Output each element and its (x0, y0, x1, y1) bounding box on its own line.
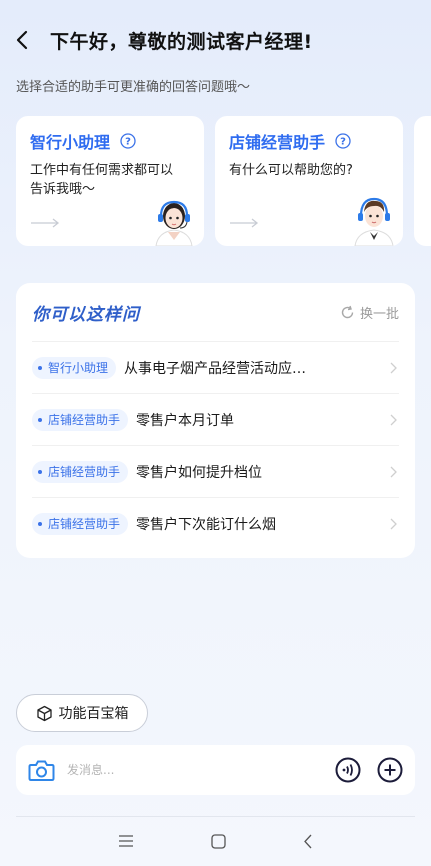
subtitle: 选择合适的助手可更准确的回答问题哦～ (16, 80, 251, 95)
arrow-right-icon (230, 218, 259, 228)
cube-icon (36, 705, 52, 721)
refresh-button[interactable]: 换一批 (340, 303, 399, 322)
tag-label: 智行小助理 (48, 360, 109, 375)
assistant-cards: 智行小助理 ? 工作中有任何需求都可以告诉我哦～ 店铺经营助手 ? 有什么可以帮… (16, 116, 431, 246)
menu-icon (119, 835, 134, 847)
back-icon (16, 30, 28, 50)
help-icon[interactable]: ? (120, 133, 136, 149)
card-title: 店铺经营助手 (229, 133, 326, 152)
home-icon (211, 833, 226, 849)
camera-button[interactable] (28, 758, 55, 782)
chevron-right-icon (390, 466, 397, 477)
voice-button[interactable] (335, 757, 361, 783)
question-text: 零售户本月订单 (136, 412, 235, 429)
chevron-right-icon (390, 414, 397, 425)
plus-button[interactable] (377, 757, 403, 783)
assistant-card-next[interactable] (414, 116, 431, 246)
refresh-icon (341, 305, 354, 318)
page-title: 下午好，尊敬的测试客户经理! (50, 30, 313, 53)
arrow-right-icon (31, 218, 60, 228)
question-row[interactable]: 店铺经营助手 零售户如何提升档位 (32, 445, 399, 497)
header: 下午好，尊敬的测试客户经理! (16, 22, 415, 58)
home-nav-button[interactable] (211, 833, 226, 849)
question-row[interactable]: 店铺经营助手 零售户本月订单 (32, 393, 399, 445)
camera-icon (28, 760, 55, 781)
card-desc: 有什么可以帮助您的? (229, 163, 353, 178)
svg-text:?: ? (125, 137, 131, 148)
panel-title: 你可以这样问 (32, 304, 140, 325)
refresh-label: 换一批 (359, 306, 399, 322)
tag-label: 店铺经营助手 (48, 516, 121, 531)
card-desc: 工作中有任何需求都可以告诉我哦～ (30, 163, 174, 197)
male-assistant-avatar (354, 197, 394, 246)
voice-icon (335, 757, 361, 783)
back-nav-icon (303, 834, 312, 848)
female-assistant-avatar (155, 200, 193, 246)
toolbox-button[interactable]: 功能百宝箱 (16, 694, 148, 732)
question-text: 从事电子烟产品经营活动应… (124, 360, 307, 377)
chevron-right-icon (390, 362, 397, 373)
assistant-tag: 店铺经营助手 (32, 512, 129, 535)
message-input[interactable] (67, 763, 335, 777)
question-row[interactable]: 店铺经营助手 零售户下次能订什么烟 (32, 497, 399, 549)
card-title-row: 店铺经营助手 ? (229, 129, 389, 153)
assistant-card-zhixing[interactable]: 智行小助理 ? 工作中有任何需求都可以告诉我哦～ (16, 116, 204, 246)
assistant-tag: 店铺经营助手 (32, 408, 129, 431)
assistant-card-store[interactable]: 店铺经营助手 ? 有什么可以帮助您的? (215, 116, 403, 246)
svg-text:?: ? (340, 137, 346, 148)
tag-label: 店铺经营助手 (48, 464, 121, 479)
assistant-tag: 智行小助理 (32, 356, 117, 379)
back-button[interactable] (16, 22, 38, 58)
assistant-tag: 店铺经营助手 (32, 460, 129, 483)
toolbox-label: 功能百宝箱 (58, 706, 129, 722)
card-title: 智行小助理 (30, 133, 111, 152)
card-title-row: 智行小助理 ? (30, 129, 190, 153)
suggestion-panel: 你可以这样问 换一批 智行小助理 从事电子烟产品经营活动应… 店铺经营助手 零售… (16, 283, 415, 558)
tag-label: 店铺经营助手 (48, 412, 121, 427)
system-nav-bar (0, 816, 431, 866)
message-input-bar (16, 745, 415, 795)
plus-icon (377, 757, 403, 783)
question-text: 零售户下次能订什么烟 (136, 516, 277, 533)
question-text: 零售户如何提升档位 (136, 464, 263, 481)
panel-header: 你可以这样问 换一批 (32, 283, 399, 341)
help-icon[interactable]: ? (335, 133, 351, 149)
question-row[interactable]: 智行小助理 从事电子烟产品经营活动应… (32, 341, 399, 393)
menu-nav-button[interactable] (118, 834, 134, 848)
chevron-right-icon (390, 518, 397, 529)
back-nav-button[interactable] (303, 834, 313, 849)
